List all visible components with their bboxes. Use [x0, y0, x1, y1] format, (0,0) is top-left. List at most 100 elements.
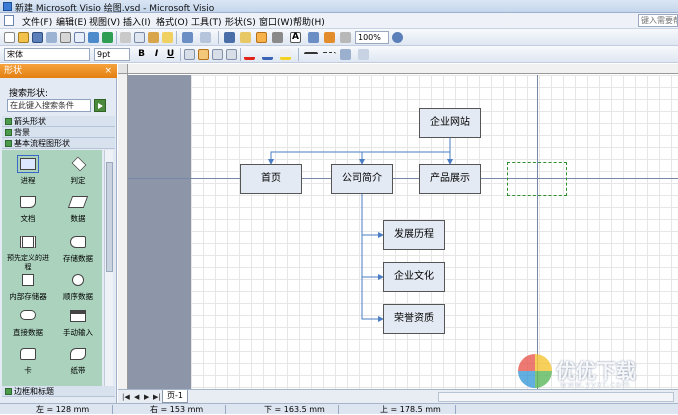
research-icon[interactable] [102, 32, 113, 43]
menu-tools[interactable]: 工具(T) [191, 15, 222, 28]
open-icon[interactable] [18, 32, 29, 43]
tab-page-1[interactable]: 页-1 [162, 390, 188, 403]
title-bar: 新建 Microsoft Visio 绘图.vsd - Microsoft Vi… [0, 0, 678, 14]
search-go-icon[interactable] [94, 99, 106, 112]
text-tool-icon[interactable]: A [290, 32, 301, 43]
font-size-select[interactable]: 9pt [94, 48, 130, 61]
shape-label: 进程 [20, 176, 36, 185]
diagram-node-honors[interactable]: 荣誉资质 [383, 304, 445, 334]
spelling-icon[interactable] [88, 32, 99, 43]
drawing-canvas[interactable]: 企业网站 首页 公司简介 产品展示 发展历程 企业文化 荣誉资质 [118, 64, 678, 389]
copy-icon[interactable] [134, 32, 145, 43]
next-page-icon[interactable]: ▶ [144, 393, 149, 401]
ink-icon[interactable] [340, 32, 351, 43]
shape-document[interactable]: 文档 [4, 192, 52, 236]
font-select[interactable]: 宋体 [4, 48, 90, 61]
menu-shapes[interactable]: 形状(S) [225, 15, 256, 28]
stencil-backgrounds[interactable]: 背景 [2, 127, 115, 138]
undo-icon[interactable] [182, 32, 193, 43]
shape-label: 存储数据 [63, 254, 93, 263]
menu-format[interactable]: 格式(O) [156, 15, 188, 28]
zoom-select[interactable]: 100% [355, 31, 389, 44]
stencil-basic-flowchart[interactable]: 基本流程图形状 [2, 138, 115, 149]
menu-help[interactable]: 帮助(H) [293, 15, 325, 28]
shapes-panel-header: 形状 × [0, 64, 117, 78]
watermark-url: www.yyxt.com [560, 380, 631, 389]
menu-edit[interactable]: 编辑(E) [56, 15, 87, 28]
save-icon[interactable] [32, 32, 43, 43]
shape-label: 内部存储器 [9, 292, 47, 301]
connector-about-culture [361, 235, 384, 280]
first-page-icon[interactable]: |◀ [122, 393, 130, 401]
status-separator [112, 405, 113, 414]
line-ends-icon[interactable] [340, 49, 351, 60]
status-bar: 左 = 128 mm 右 = 153 mm 下 = 163.5 mm 上 = 1… [0, 403, 678, 414]
diagram-node-about[interactable]: 公司简介 [331, 164, 393, 194]
menu-view[interactable]: 视图(V) [89, 15, 120, 28]
stencil-label: 基本流程图形状 [14, 139, 70, 148]
help-search-input[interactable]: 键入需要帮助 [638, 14, 678, 27]
align-right-icon[interactable] [212, 49, 223, 60]
line-tool-icon[interactable] [308, 32, 319, 43]
paste-icon[interactable] [148, 32, 159, 43]
align-center-icon[interactable] [198, 49, 209, 60]
font-color-icon[interactable] [244, 49, 255, 60]
search-input[interactable]: 在此键入搜索条件 [7, 99, 91, 112]
help-icon[interactable] [392, 32, 403, 43]
stencil-icon [5, 388, 12, 395]
sequential-data-shape-icon [72, 274, 84, 286]
diagram-node-culture[interactable]: 企业文化 [383, 262, 445, 292]
scrollbar-thumb[interactable] [106, 162, 113, 272]
status-separator [338, 405, 339, 414]
menu-window[interactable]: 窗口(W) [259, 15, 293, 28]
line-color-icon[interactable] [262, 49, 273, 60]
redo-icon[interactable] [200, 32, 211, 43]
pointer-tool-icon[interactable] [256, 32, 267, 43]
print-preview-icon[interactable] [74, 32, 85, 43]
visio-app-icon[interactable] [3, 2, 12, 11]
underline-button[interactable]: U [165, 49, 176, 60]
bold-button[interactable]: B [136, 49, 147, 60]
toolbar-separator [180, 48, 181, 61]
format-painter-icon[interactable] [162, 32, 173, 43]
horizontal-scrollbar[interactable] [438, 392, 674, 402]
connector-root-about [359, 151, 450, 165]
stamp-icon[interactable] [324, 32, 335, 43]
menu-file[interactable]: 文件(F) [22, 15, 52, 28]
line-weight-icon[interactable] [304, 52, 318, 63]
diagram-node-products[interactable]: 产品展示 [419, 164, 481, 194]
shape-data[interactable]: 数据 [54, 192, 102, 236]
shape-label: 判定 [70, 176, 86, 185]
diagram-node-home[interactable]: 首页 [240, 164, 302, 194]
stencil-borders-titles[interactable]: 边框和标题 [2, 386, 115, 397]
document-icon[interactable] [4, 15, 14, 26]
stencil-arrows[interactable]: 箭头形状 [2, 116, 115, 127]
shapes-scrollbar[interactable] [104, 150, 113, 386]
diagram-node-history[interactable]: 发展历程 [383, 220, 445, 250]
shapes-icon[interactable] [240, 32, 251, 43]
hyperlink-icon[interactable] [224, 32, 235, 43]
shape-card[interactable]: 卡 [4, 344, 52, 388]
fill-color-icon[interactable] [280, 49, 291, 60]
connector-root-home [268, 138, 451, 165]
justify-icon[interactable] [226, 49, 237, 60]
menu-insert[interactable]: 插入(I) [123, 15, 151, 28]
manual-input-shape-icon [70, 310, 86, 322]
prev-page-icon[interactable]: ◀ [134, 393, 139, 401]
data-shape-icon [67, 196, 89, 208]
shape-paper-tape[interactable]: 纸带 [54, 344, 102, 388]
print-icon[interactable] [60, 32, 71, 43]
line-pattern-icon[interactable] [322, 52, 336, 63]
align-left-icon[interactable] [184, 49, 195, 60]
stencil-icon [5, 140, 12, 147]
italic-button[interactable]: I [151, 49, 162, 60]
last-page-icon[interactable]: ▶| [153, 393, 161, 401]
shadow-icon[interactable] [358, 49, 369, 60]
cut-icon[interactable] [120, 32, 131, 43]
new-icon[interactable] [4, 32, 15, 43]
selected-empty-shape[interactable] [507, 162, 567, 196]
close-icon[interactable]: × [104, 64, 112, 78]
diagram-node-root[interactable]: 企业网站 [419, 108, 481, 138]
connector-tool-icon[interactable] [272, 32, 283, 43]
permission-icon[interactable] [46, 32, 57, 43]
